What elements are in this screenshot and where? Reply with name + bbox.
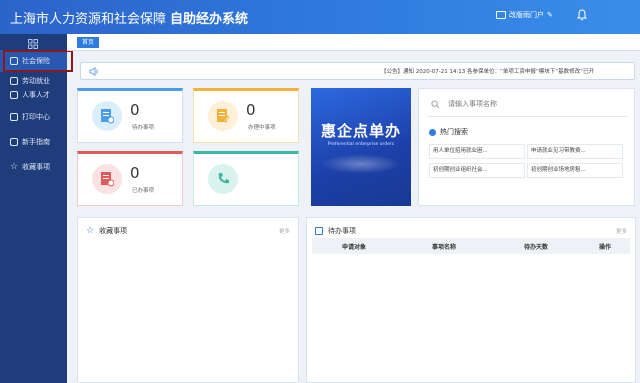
search-placeholder: 请输入事项名称 bbox=[448, 100, 497, 108]
sidebar-item-label: 打印中心 bbox=[22, 113, 50, 121]
edit-icon: ✎ bbox=[547, 11, 553, 19]
stat-card-in-progress[interactable]: 0 办理中事项 bbox=[193, 88, 299, 143]
speaker-icon bbox=[89, 67, 98, 76]
app-title: 上海市人力资源和社会保障 自助经办系统 bbox=[10, 8, 248, 27]
banner-glow bbox=[321, 154, 401, 174]
app-title-sub: 自助经办系统 bbox=[170, 12, 249, 27]
search-input[interactable]: 请输入事项名称 bbox=[427, 95, 627, 113]
tab-home[interactable]: 首页 bbox=[77, 37, 99, 48]
sidebar-item-personnel[interactable]: 人事人才 bbox=[0, 84, 67, 106]
favorites-title-label: 收藏事项 bbox=[99, 227, 128, 235]
stat-card-hotline[interactable] bbox=[193, 151, 299, 206]
hot-search-item[interactable]: 初创期创业场地房租... bbox=[527, 163, 623, 178]
sidebar-item-label: 人事人才 bbox=[22, 91, 50, 99]
search-icon bbox=[431, 99, 440, 108]
sidebar-item-label: 收藏事项 bbox=[22, 163, 51, 171]
todo-title: 待办事项 bbox=[315, 226, 356, 236]
sidebar-item-label: 新手指南 bbox=[22, 138, 50, 146]
column-header: 待办天数 bbox=[524, 244, 549, 251]
person-icon bbox=[10, 91, 18, 99]
notice-bar[interactable]: 【公告】通知 2020-07-21 14:13 各参保单位：“单项工资申报”模块… bbox=[80, 62, 635, 80]
document-icon-shape bbox=[101, 172, 114, 187]
favorites-panel: ☆ 收藏事项 更多 bbox=[77, 217, 299, 383]
column-header: 操作 bbox=[599, 244, 612, 251]
favorites-title: ☆ 收藏事项 bbox=[86, 226, 127, 236]
hot-search-title: 热门搜索 bbox=[429, 127, 468, 137]
sidebar-item-favorites[interactable]: ☆ 收藏事项 bbox=[0, 156, 67, 178]
stat-value: 0 bbox=[130, 101, 140, 119]
top-header: 上海市人力资源和社会保障 自助经办系统 改版雨门户 ✎ bbox=[0, 0, 640, 34]
highlight-box bbox=[3, 50, 73, 72]
apps-grid-icon[interactable] bbox=[28, 39, 38, 49]
sidebar-item-print-center[interactable]: 打印中心 bbox=[0, 106, 67, 128]
hot-search-item[interactable]: 用人单位招用就业困... bbox=[429, 144, 525, 159]
fire-icon bbox=[429, 128, 436, 136]
todo-more-link[interactable]: 更多 bbox=[616, 227, 627, 235]
star-icon: ☆ bbox=[10, 162, 19, 172]
stat-value: 0 bbox=[130, 164, 140, 182]
phone-icon-shape bbox=[218, 173, 229, 184]
app-title-main: 上海市人力资源和社会保障 bbox=[10, 12, 167, 27]
star-icon: ☆ bbox=[86, 226, 95, 236]
banner-subtitle: Preferential enterprise orders bbox=[327, 142, 395, 147]
tab-bar: 首页 bbox=[67, 34, 640, 51]
switch-portal-button[interactable]: 改版雨门户 ✎ bbox=[496, 10, 553, 20]
document-icon-shape bbox=[217, 109, 230, 123]
hot-search-item[interactable]: 申请就业见习带教费... bbox=[527, 144, 623, 159]
printer-icon bbox=[10, 113, 18, 121]
monitor-icon bbox=[496, 11, 506, 19]
switch-portal-label: 改版雨门户 bbox=[509, 11, 544, 19]
stat-label: 办理中事项 bbox=[248, 125, 276, 131]
banner-title: 惠企点单办 bbox=[320, 122, 401, 140]
favorites-more-link[interactable]: 更多 bbox=[279, 227, 290, 235]
todo-title-label: 待办事项 bbox=[328, 227, 356, 235]
todo-table-header: 申请对象 事项名称 待办天数 操作 bbox=[312, 238, 630, 254]
sidebar: 社会保险 劳动就业 人事人才 打印中心 新手指南 ☆ 收藏事项 bbox=[0, 34, 67, 383]
column-header: 申请对象 bbox=[342, 244, 367, 251]
divider bbox=[427, 116, 627, 117]
stat-label: 待办事项 bbox=[132, 125, 155, 131]
promo-banner[interactable]: 惠企点单办 Preferential enterprise orders bbox=[311, 88, 411, 206]
checklist-icon bbox=[315, 227, 323, 235]
book-icon bbox=[10, 138, 18, 146]
stat-label: 已办事项 bbox=[132, 188, 155, 194]
hot-search-item[interactable]: 初创期创业组织社会... bbox=[429, 163, 525, 178]
column-header: 事项名称 bbox=[432, 244, 457, 251]
notice-text: 【公告】通知 2020-07-21 14:13 各参保单位：“单项工资申报”模块… bbox=[381, 69, 594, 75]
bell-icon[interactable] bbox=[577, 9, 587, 21]
search-panel: 请输入事项名称 热门搜索 用人单位招用就业困... 申请就业见习带教费... 初… bbox=[418, 88, 635, 206]
stat-value: 0 bbox=[246, 101, 256, 119]
hot-search-label: 热门搜索 bbox=[440, 128, 468, 136]
document-icon-shape bbox=[101, 109, 114, 124]
stat-card-completed[interactable]: 0 已办事项 bbox=[77, 151, 183, 206]
stat-card-pending[interactable]: 0 待办事项 bbox=[77, 88, 183, 143]
sidebar-item-guide[interactable]: 新手指南 bbox=[0, 131, 67, 153]
